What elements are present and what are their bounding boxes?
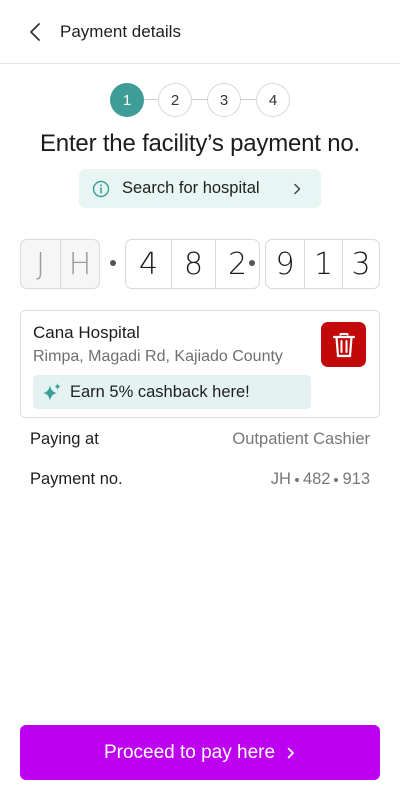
code-part2-group[interactable]: 9 1 3 [265, 239, 380, 289]
payment-no-prefix: JH [270, 470, 291, 488]
delete-hospital-button[interactable] [321, 322, 366, 367]
payment-no-part2: 913 [342, 470, 370, 488]
payment-code-input: J H 4 8 2 9 1 3 [20, 239, 380, 289]
step-3: 3 [207, 83, 241, 117]
hospital-card: Cana Hospital Rimpa, Magadi Rd, Kajiado … [20, 310, 380, 418]
cashback-badge: Earn 5% cashback here! [33, 375, 311, 409]
payment-no-label: Payment no. [30, 470, 123, 488]
payment-no-dot [334, 477, 339, 482]
back-button[interactable] [20, 17, 50, 47]
section-heading: Enter the facility’s payment no. [40, 130, 360, 157]
code-digit[interactable]: 4 [126, 240, 171, 288]
app-header: Payment details [0, 0, 400, 64]
paying-at-row: Paying at Outpatient Cashier [30, 430, 370, 449]
hospital-name: Cana Hospital [33, 323, 140, 342]
chevron-right-icon [287, 747, 294, 758]
proceed-to-pay-button[interactable]: Proceed to pay here [20, 725, 380, 780]
code-digit[interactable]: 3 [342, 240, 379, 288]
search-hospital-label: Search for hospital [122, 179, 260, 197]
step-4: 4 [256, 83, 290, 117]
code-separator [110, 260, 116, 266]
code-part1-group[interactable]: 4 8 2 [125, 239, 260, 289]
step-1: 1 [110, 83, 144, 117]
code-digit[interactable]: 1 [304, 240, 342, 288]
payment-no-dot [294, 477, 299, 482]
progress-stepper: 1 2 3 4 [0, 83, 400, 117]
sparkle-icon [43, 383, 61, 401]
cashback-text: Earn 5% cashback here! [70, 382, 250, 401]
code-char[interactable]: J [21, 240, 60, 288]
code-separator [249, 260, 255, 266]
chevron-right-icon [294, 183, 301, 194]
trash-icon [332, 332, 355, 357]
paying-at-value: Outpatient Cashier [232, 430, 370, 448]
code-prefix-group[interactable]: J H [20, 239, 100, 289]
proceed-button-label: Proceed to pay here [103, 741, 276, 763]
search-hospital-button[interactable]: Search for hospital [79, 169, 321, 208]
info-icon [92, 180, 110, 197]
code-digit[interactable]: 8 [171, 240, 215, 288]
page-title: Payment details [60, 21, 181, 41]
step-2: 2 [158, 83, 192, 117]
code-digit[interactable]: 9 [266, 240, 304, 288]
code-char[interactable]: H [60, 240, 99, 288]
paying-at-label: Paying at [30, 430, 99, 448]
payment-no-value: JH 482 913 [271, 470, 370, 489]
hospital-address: Rimpa, Magadi Rd, Kajiado County [33, 348, 283, 365]
chevron-left-icon [30, 22, 40, 41]
payment-no-row: Payment no. JH 482 913 [30, 470, 370, 489]
payment-no-part1: 482 [302, 470, 331, 488]
